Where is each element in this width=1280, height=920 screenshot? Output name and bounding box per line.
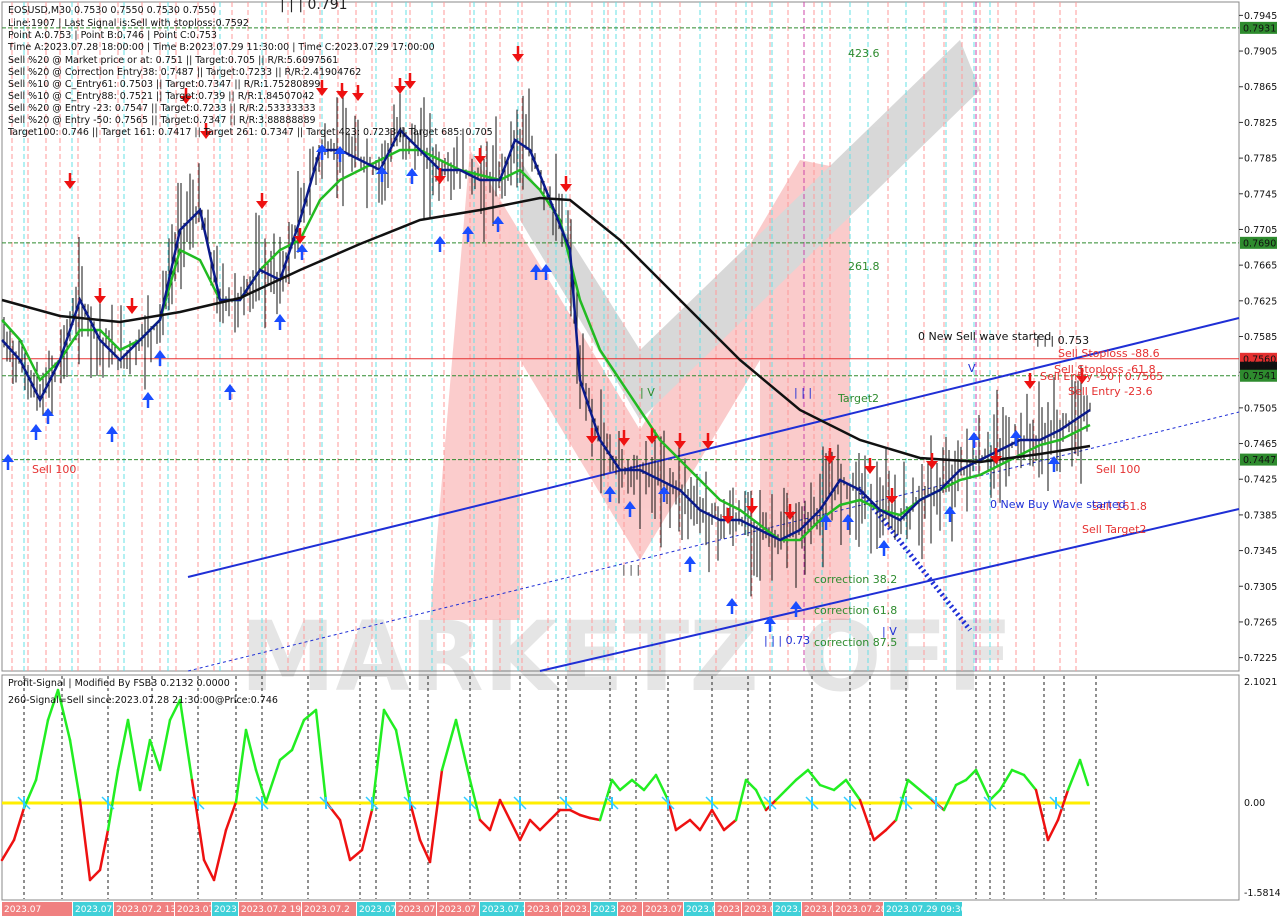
price-tick-label: 0.7425 — [1244, 475, 1277, 486]
wave-iii-mid-label: | | | — [794, 386, 812, 399]
time-axis: 2023.07 2023.07.22023.07.2 13:302023.07 20… — [2, 902, 967, 916]
time-label: 2023.07 — [398, 905, 435, 915]
time-label: 2023.07.29 09:30 — [886, 905, 967, 915]
oscillator-signal-text: 260-Signal=Sell since:2023.07.28 21:30:0… — [8, 695, 278, 706]
price-highlight-label: 0.7447 — [1243, 455, 1276, 466]
info-line-points: Point A:0.753 | Point B:0.746 | Point C:… — [8, 30, 217, 41]
price-tick-label: 0.7305 — [1244, 582, 1277, 593]
oscillator-title: Profit-Signal | Modified By FSB3 0.2132 … — [8, 678, 230, 689]
time-label: 2023.0 — [686, 905, 718, 915]
info-line-entry38: Sell %20 @ Correction Entry38: 0.7487 ||… — [8, 67, 361, 78]
price-tick-label: 0.7785 — [1244, 154, 1277, 165]
price-tick-label: 0.7345 — [1244, 546, 1277, 557]
time-label: 202 — [620, 905, 637, 915]
time-label: 2023.07 — [439, 905, 476, 915]
price-highlight-label: 0.7931 — [1243, 23, 1276, 34]
price-tick-label: 0.7665 — [1244, 261, 1277, 272]
price-tick-label: 0.7585 — [1244, 332, 1277, 343]
price-tick-label: 0.7745 — [1244, 189, 1277, 200]
wave-753-label: | | | 0.753 — [1036, 334, 1089, 347]
sell-entry-50-label: Sell Entry -50 | 0.7565 — [1040, 370, 1163, 383]
price-tick-label: 0.7625 — [1244, 296, 1277, 307]
price-tick-label: 0.7225 — [1244, 653, 1277, 664]
wave-v-top-label: V — [968, 362, 976, 375]
info-line-last-signal: Line:1907 | Last Signal is:Sell with sto… — [8, 18, 249, 29]
fib-423-label: 423.6 — [848, 47, 880, 60]
info-line-symbol: EOSUSD,M30 0.7530 0.7550 0.7530 0.7550 — [8, 5, 216, 16]
time-label: 2023.07 — [359, 905, 396, 915]
price-tick-label: 0.7505 — [1244, 403, 1277, 414]
time-label: 2023.07.28 — [835, 905, 887, 915]
chart-canvas: MARKETZ OFF EOSUSD,M30 0.7530 0.7550 0.7… — [0, 0, 1280, 916]
target2-label: Target2 — [837, 392, 879, 405]
info-line-entry61: Sell %10 @ C_Entry61: 0.7503 || Target:0… — [8, 79, 320, 90]
price-tick-label: 0.7385 — [1244, 510, 1277, 521]
wave-iv-left-label: | V — [640, 386, 655, 399]
svg-text:MARKETZ: MARKETZ — [240, 601, 759, 713]
correction-38-label: correction 38.2 — [814, 573, 897, 586]
time-label: 2023.07 — [645, 905, 682, 915]
sell-target2-label: Sell Target2 — [1082, 523, 1146, 536]
time-label: 2023.07 — [177, 905, 214, 915]
sell-stoploss-88-label: Sell Stoploss -88.6 — [1058, 347, 1160, 360]
osc-axis-zero: 0.00 — [1244, 798, 1265, 809]
wave-iv-bottom-label: | V — [882, 625, 897, 638]
price-tick-label: 0.7865 — [1244, 82, 1277, 93]
time-label: 2023.07.2 — [482, 905, 528, 915]
info-line-entry-50: Sell %20 @ Entry -50: 0.7565 || Target:0… — [8, 115, 316, 126]
price-tick-label: 0.7825 — [1244, 118, 1277, 129]
info-line-entry-23: Sell %20 @ Entry -23: 0.7547 || Target:0… — [8, 103, 316, 114]
wave-iii-073-label: | | | 0.73 — [764, 634, 810, 647]
sell-100-left-label: Sell 100 — [32, 463, 76, 476]
new-sell-wave-label: 0 New Sell wave started — [918, 330, 1051, 343]
correction-61-label: correction 61.8 — [814, 604, 897, 617]
time-label: 2023.0 — [744, 905, 776, 915]
osc-axis-top: 2.1021 — [1244, 677, 1277, 688]
time-label: 2023 — [214, 905, 237, 915]
info-line-targets: Target100: 0.746 || Target 161: 0.7417 |… — [7, 127, 493, 138]
time-label: 2023.07 — [4, 905, 41, 915]
sell-entry-23-label: Sell Entry -23.6 — [1068, 385, 1153, 398]
wave-i-label: | | | — [622, 563, 640, 576]
time-label: 2023.07.2 — [304, 905, 350, 915]
info-line-times: Time A:2023.07.28 18:00:00 | Time B:2023… — [7, 42, 435, 53]
time-label: 2023.07 — [527, 905, 564, 915]
time-label: 2023 — [717, 905, 740, 915]
info-line-entry88: Sell %10 @ C_Entry88: 0.7521 || Target:0… — [8, 91, 314, 102]
new-buy-wave-label: 0 New Buy Wave started — [990, 498, 1126, 511]
info-line-market: Sell %20 @ Market price or at: 0.751 || … — [8, 55, 338, 66]
price-highlight-label: 0.7690 — [1243, 238, 1276, 249]
time-label: 2023 — [593, 905, 616, 915]
price-axis: 0.7945 0.7905 0.7865 0.7825 0.7785 0.7745 0.77… — [1239, 11, 1277, 664]
wave-top-label: | | | 0.791 — [280, 0, 348, 13]
price-tick-label: 0.7905 — [1244, 47, 1277, 58]
price-tick-label: 0.7945 — [1244, 11, 1277, 22]
sell-100-right-label: Sell 100 — [1096, 463, 1140, 476]
price-tick-label: 0.7265 — [1244, 617, 1277, 628]
time-label: 2023.07.2 — [75, 905, 121, 915]
price-tick-label: 0.7465 — [1244, 439, 1277, 450]
price-highlight-label: 0.7541 — [1243, 371, 1276, 382]
osc-axis-bottom: -1.5814 — [1244, 888, 1280, 899]
time-label: 2023.0 — [804, 905, 836, 915]
price-tick-label: 0.7705 — [1244, 225, 1277, 236]
fib-261-label: 261.8 — [848, 260, 880, 273]
watermark-text: MARKETZ OFF — [240, 601, 1013, 713]
